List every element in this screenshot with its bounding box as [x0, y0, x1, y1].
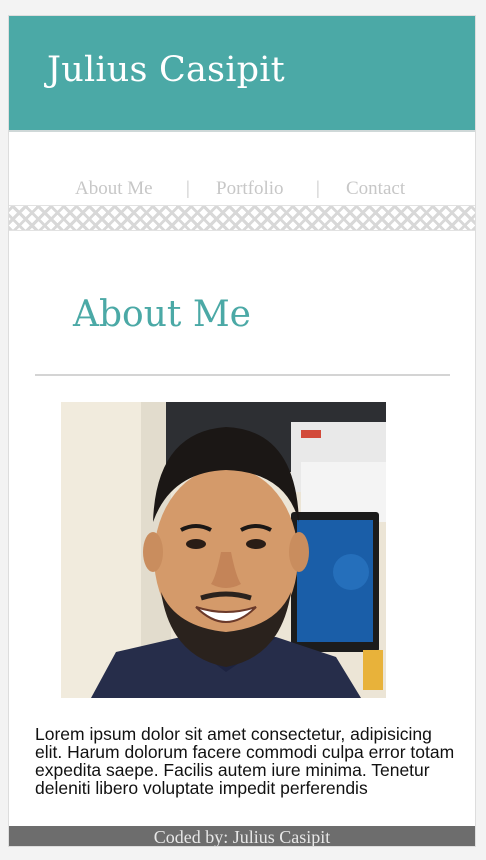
main-nav: About Me | Portfolio | Contact — [9, 178, 475, 206]
nav-link-contact[interactable]: Contact — [346, 178, 405, 200]
nav-separator: | — [316, 178, 320, 199]
about-bio-text: Lorem ipsum dolor sit amet consectetur, … — [35, 724, 455, 798]
site-header: Julius Casipit — [9, 16, 475, 132]
site-footer: Coded by: Julius Casipit — [9, 826, 475, 847]
nav-separator: | — [186, 178, 190, 199]
page-container: Julius Casipit About Me | Portfolio | Co… — [8, 15, 476, 847]
nav-link-portfolio[interactable]: Portfolio — [216, 178, 284, 200]
footer-credit: Coded by: Julius Casipit — [153, 827, 331, 847]
section-heading-about-me: About Me — [73, 294, 251, 335]
section-divider — [35, 374, 450, 376]
profile-photo — [61, 402, 386, 698]
site-title: Julius Casipit — [47, 50, 285, 90]
nav-link-about-me[interactable]: About Me — [75, 178, 153, 200]
decorative-pattern-band — [9, 205, 475, 231]
